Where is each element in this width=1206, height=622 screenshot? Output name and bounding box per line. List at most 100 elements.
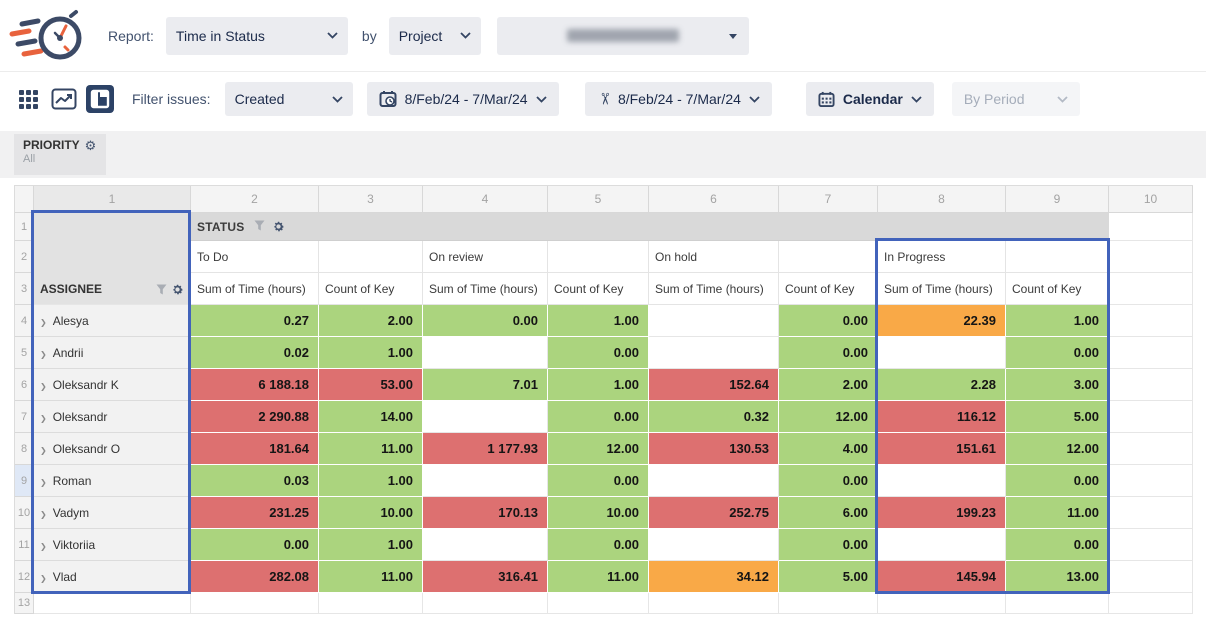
value-cell[interactable]: 0.03 bbox=[191, 465, 319, 497]
assignee-cell-vlad[interactable]: ❯Vlad bbox=[34, 561, 191, 593]
grid-view-icon[interactable] bbox=[14, 85, 42, 113]
value-cell[interactable]: 6 188.18 bbox=[191, 369, 319, 401]
value-cell[interactable]: 0.00 bbox=[779, 529, 878, 561]
value-cell[interactable]: 0.27 bbox=[191, 305, 319, 337]
row-number-9[interactable]: 9 bbox=[15, 465, 34, 497]
value-cell[interactable]: 5.00 bbox=[1006, 401, 1109, 433]
value-cell[interactable]: 231.25 bbox=[191, 497, 319, 529]
row-number-7[interactable]: 7 bbox=[15, 401, 34, 433]
status-time-range-button[interactable]: ✂ 8/Feb/24 - 7/Mar/24 bbox=[585, 82, 772, 116]
empty-cell[interactable] bbox=[649, 593, 779, 614]
assignee-header-cell[interactable]: ASSIGNEE bbox=[34, 213, 191, 305]
value-cell[interactable]: 1.00 bbox=[548, 369, 649, 401]
value-cell[interactable]: 0.00 bbox=[779, 337, 878, 369]
value-cell[interactable]: 0.00 bbox=[548, 337, 649, 369]
value-cell[interactable]: 1.00 bbox=[548, 305, 649, 337]
filter-funnel-icon[interactable] bbox=[254, 220, 265, 231]
status-group-on-review[interactable]: On review bbox=[423, 241, 548, 273]
value-cell[interactable]: 170.13 bbox=[423, 497, 548, 529]
value-cell[interactable]: 1.00 bbox=[319, 529, 423, 561]
expand-chevron-icon[interactable]: ❯ bbox=[40, 542, 47, 551]
column-header-2[interactable]: 2 bbox=[191, 186, 319, 213]
row-number-1[interactable]: 1 bbox=[15, 213, 34, 241]
value-cell[interactable]: 0.00 bbox=[779, 465, 878, 497]
empty-cell[interactable] bbox=[548, 241, 649, 273]
measure-sum-of-time[interactable]: Sum of Time (hours) bbox=[423, 273, 548, 305]
empty-cell[interactable] bbox=[1109, 593, 1193, 614]
status-band-cell[interactable]: STATUS bbox=[191, 213, 1109, 241]
scope-select[interactable]: Project bbox=[389, 17, 481, 55]
value-cell[interactable]: 0.32 bbox=[649, 401, 779, 433]
assignee-cell-oleksandr-k[interactable]: ❯Oleksandr K bbox=[34, 369, 191, 401]
value-cell[interactable]: 181.64 bbox=[191, 433, 319, 465]
value-cell[interactable]: 0.02 bbox=[191, 337, 319, 369]
value-cell[interactable] bbox=[649, 529, 779, 561]
expand-chevron-icon[interactable]: ❯ bbox=[40, 510, 47, 519]
value-cell[interactable]: 0.00 bbox=[1006, 337, 1109, 369]
expand-chevron-icon[interactable]: ❯ bbox=[40, 382, 47, 391]
assignee-cell-oleksandr-o[interactable]: ❯Oleksandr O bbox=[34, 433, 191, 465]
value-cell[interactable]: 11.00 bbox=[548, 561, 649, 593]
empty-cell[interactable] bbox=[319, 241, 423, 273]
assignee-cell-roman[interactable]: ❯Roman bbox=[34, 465, 191, 497]
value-cell[interactable]: 282.08 bbox=[191, 561, 319, 593]
value-cell[interactable] bbox=[423, 465, 548, 497]
empty-cell[interactable] bbox=[1109, 305, 1193, 337]
value-cell[interactable]: 12.00 bbox=[779, 401, 878, 433]
value-cell[interactable]: 12.00 bbox=[548, 433, 649, 465]
value-cell[interactable]: 14.00 bbox=[319, 401, 423, 433]
status-group-in-progress[interactable]: In Progress bbox=[878, 241, 1006, 273]
value-cell[interactable]: 1.00 bbox=[1006, 305, 1109, 337]
value-cell[interactable]: 152.64 bbox=[649, 369, 779, 401]
value-cell[interactable]: 0.00 bbox=[1006, 529, 1109, 561]
measure-count-of-key[interactable]: Count of Key bbox=[1006, 273, 1109, 305]
value-cell[interactable]: 5.00 bbox=[779, 561, 878, 593]
assignee-cell-oleksandr[interactable]: ❯Oleksandr bbox=[34, 401, 191, 433]
value-cell[interactable]: 11.00 bbox=[319, 561, 423, 593]
column-header-8[interactable]: 8 bbox=[878, 186, 1006, 213]
value-cell[interactable]: 6.00 bbox=[779, 497, 878, 529]
row-number-12[interactable]: 12 bbox=[15, 561, 34, 593]
assignee-cell-alesya[interactable]: ❯Alesya bbox=[34, 305, 191, 337]
value-cell[interactable]: 53.00 bbox=[319, 369, 423, 401]
column-header-5[interactable]: 5 bbox=[548, 186, 649, 213]
value-cell[interactable]: 151.61 bbox=[878, 433, 1006, 465]
value-cell[interactable]: 7.01 bbox=[423, 369, 548, 401]
value-cell[interactable] bbox=[423, 337, 548, 369]
calendar-button[interactable]: Calendar bbox=[806, 82, 934, 116]
value-cell[interactable]: 130.53 bbox=[649, 433, 779, 465]
value-cell[interactable] bbox=[878, 529, 1006, 561]
measure-count-of-key[interactable]: Count of Key bbox=[548, 273, 649, 305]
value-cell[interactable] bbox=[878, 465, 1006, 497]
empty-cell[interactable] bbox=[1109, 529, 1193, 561]
measure-sum-of-time[interactable]: Sum of Time (hours) bbox=[878, 273, 1006, 305]
expand-chevron-icon[interactable]: ❯ bbox=[40, 574, 47, 583]
empty-cell[interactable] bbox=[423, 593, 548, 614]
expand-chevron-icon[interactable]: ❯ bbox=[40, 318, 47, 327]
empty-cell[interactable] bbox=[878, 593, 1006, 614]
value-cell[interactable]: 4.00 bbox=[779, 433, 878, 465]
empty-cell[interactable] bbox=[779, 593, 878, 614]
value-cell[interactable] bbox=[423, 401, 548, 433]
assignee-cell-viktoriia[interactable]: ❯Viktoriia bbox=[34, 529, 191, 561]
value-cell[interactable]: 0.00 bbox=[423, 305, 548, 337]
column-header-3[interactable]: 3 bbox=[319, 186, 423, 213]
row-number-2[interactable]: 2 bbox=[15, 241, 34, 273]
empty-cell[interactable] bbox=[1109, 241, 1193, 273]
empty-cell[interactable] bbox=[1109, 369, 1193, 401]
pivot-view-icon[interactable] bbox=[86, 85, 114, 113]
value-cell[interactable]: 22.39 bbox=[878, 305, 1006, 337]
empty-cell[interactable] bbox=[34, 593, 191, 614]
value-cell[interactable]: 0.00 bbox=[191, 529, 319, 561]
created-date-range-button[interactable]: 8/Feb/24 - 7/Mar/24 bbox=[367, 82, 559, 116]
value-cell[interactable]: 1.00 bbox=[319, 465, 423, 497]
value-cell[interactable]: 199.23 bbox=[878, 497, 1006, 529]
measure-sum-of-time[interactable]: Sum of Time (hours) bbox=[191, 273, 319, 305]
value-cell[interactable]: 0.00 bbox=[1006, 465, 1109, 497]
empty-cell[interactable] bbox=[1109, 337, 1193, 369]
empty-cell[interactable] bbox=[1109, 213, 1193, 241]
expand-chevron-icon[interactable]: ❯ bbox=[40, 478, 47, 487]
expand-chevron-icon[interactable]: ❯ bbox=[40, 446, 47, 455]
priority-panel[interactable]: PRIORITY ⚙ All bbox=[14, 134, 106, 175]
row-number-4[interactable]: 4 bbox=[15, 305, 34, 337]
